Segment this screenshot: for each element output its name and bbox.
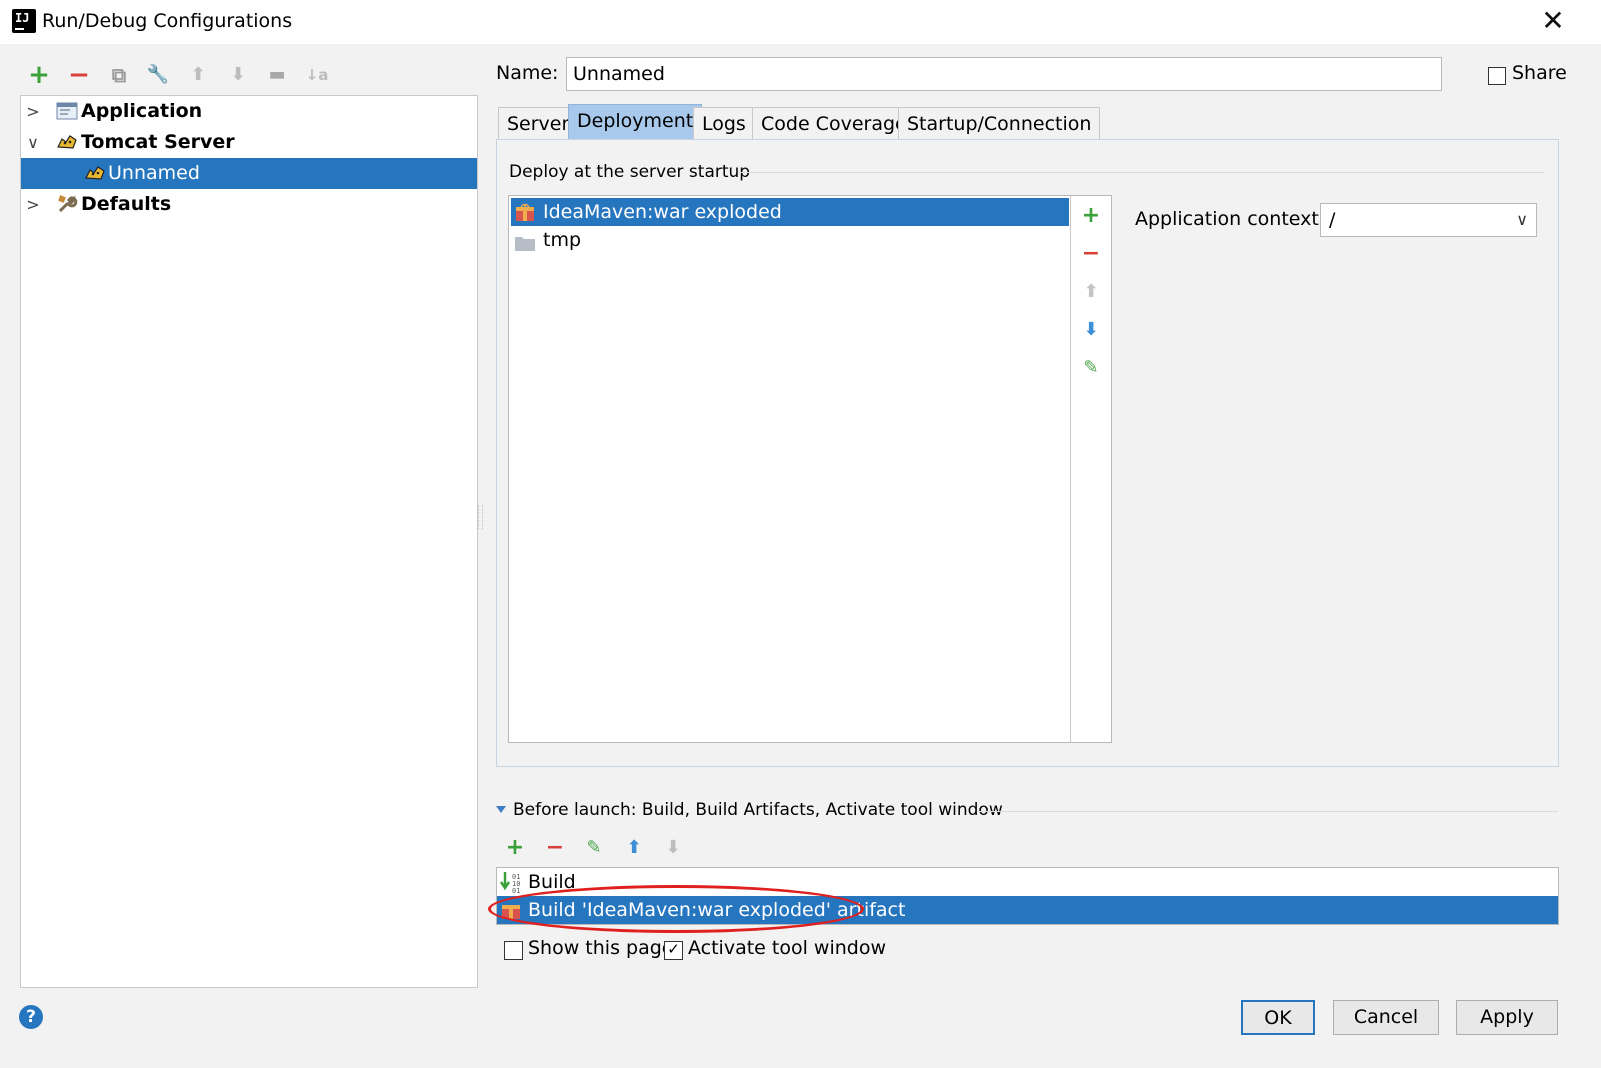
help-button[interactable]: ? xyxy=(19,1005,43,1029)
splitter-handle[interactable] xyxy=(478,505,483,529)
move-down-artifact-button[interactable]: ⬇ xyxy=(1078,317,1104,343)
artifact-icon xyxy=(515,202,535,222)
tree-item-label: Unnamed xyxy=(108,162,200,184)
deploy-section-title: Deploy at the server startup xyxy=(509,162,751,182)
sort-button[interactable]: ↓a xyxy=(304,62,330,88)
artifact-icon xyxy=(501,900,521,920)
chevron-down-icon[interactable]: ∨ xyxy=(1516,204,1528,236)
chevron-right-icon[interactable]: > xyxy=(23,189,43,220)
name-input[interactable] xyxy=(566,57,1442,91)
configuration-tree[interactable]: > Application ∨ Tomcat Server Unnamed > … xyxy=(20,95,478,988)
edit-artifact-button[interactable]: ✎ xyxy=(1078,355,1104,381)
chevron-down-icon[interactable]: ∨ xyxy=(23,127,43,158)
tab-logs[interactable]: Logs xyxy=(693,107,755,139)
activate-tool-window-label[interactable]: Activate tool window xyxy=(688,937,886,959)
tree-item-unnamed[interactable]: Unnamed xyxy=(21,158,477,189)
build-icon: 01 10 01 xyxy=(499,870,524,895)
tomcat-icon xyxy=(84,162,106,184)
artifact-list[interactable]: IdeaMaven:war exploded tmp xyxy=(508,195,1112,743)
folder-button[interactable]: ▬ xyxy=(264,62,290,88)
chevron-right-icon[interactable]: > xyxy=(23,96,43,127)
tree-item-application[interactable]: > Application xyxy=(21,96,477,127)
before-launch-list[interactable]: 01 10 01 Build Build 'IdeaMaven:war explod… xyxy=(496,867,1559,925)
show-this-page-label[interactable]: Show this page xyxy=(528,937,673,959)
tab-code-coverage[interactable]: Code Coverage xyxy=(752,107,916,139)
remove-configuration-button[interactable]: − xyxy=(66,62,92,88)
move-up-artifact-button[interactable]: ⬆ xyxy=(1078,279,1104,305)
context-value: / xyxy=(1329,209,1336,231)
move-up-button[interactable]: ⬆ xyxy=(185,62,211,88)
share-label[interactable]: Share xyxy=(1512,62,1567,84)
task-item-build[interactable]: 01 10 01 Build xyxy=(497,868,1558,896)
artifact-item-tmp[interactable]: tmp xyxy=(511,226,1069,254)
tree-item-label: Tomcat Server xyxy=(81,131,235,153)
remove-artifact-button[interactable]: − xyxy=(1078,241,1104,267)
tab-startup-connection[interactable]: Startup/Connection xyxy=(898,107,1101,139)
before-launch-title: Before launch: Build, Build Artifacts, A… xyxy=(513,800,1003,820)
task-label: Build 'IdeaMaven:war exploded' artifact xyxy=(528,899,906,921)
task-label: Build xyxy=(528,871,576,893)
window-title: Run/Debug Configurations xyxy=(42,10,293,32)
application-icon xyxy=(56,100,78,122)
artifact-label: IdeaMaven:war exploded xyxy=(543,201,782,223)
artifact-item-ideamaven[interactable]: IdeaMaven:war exploded xyxy=(511,198,1069,226)
tree-item-tomcat-server[interactable]: ∨ Tomcat Server xyxy=(21,127,477,158)
copy-configuration-button[interactable]: ⧉ xyxy=(106,62,132,88)
add-configuration-button[interactable]: + xyxy=(26,62,52,88)
svg-text:01: 01 xyxy=(512,887,520,894)
remove-task-button[interactable]: − xyxy=(542,835,568,861)
edit-task-button[interactable]: ✎ xyxy=(581,835,607,861)
wrench-icon xyxy=(56,193,78,215)
application-context-label: Application context: xyxy=(1135,208,1326,230)
show-this-page-checkbox[interactable] xyxy=(504,941,523,960)
tomcat-icon xyxy=(56,131,78,153)
apply-button[interactable]: Apply xyxy=(1456,1000,1558,1035)
activate-tool-window-checkbox[interactable]: ✓ xyxy=(664,941,683,960)
tree-item-defaults[interactable]: > Defaults xyxy=(21,189,477,220)
tab-deployment[interactable]: Deployment xyxy=(568,104,703,139)
add-artifact-button[interactable]: + xyxy=(1078,203,1104,229)
intellij-logo-icon: IJ xyxy=(10,7,38,35)
share-checkbox[interactable] xyxy=(1488,67,1506,85)
name-label: Name: xyxy=(496,62,559,84)
add-task-button[interactable]: + xyxy=(502,835,528,861)
tab-server[interactable]: Server xyxy=(498,107,579,139)
application-context-select[interactable]: / ∨ xyxy=(1320,203,1537,237)
section-divider xyxy=(978,811,1558,812)
move-down-button[interactable]: ⬇ xyxy=(225,62,251,88)
section-divider xyxy=(738,172,1544,173)
close-button[interactable]: ✕ xyxy=(1535,4,1571,40)
move-up-task-button[interactable]: ⬆ xyxy=(621,835,647,861)
collapse-triangle-icon[interactable] xyxy=(496,806,506,813)
move-down-task-button[interactable]: ⬇ xyxy=(660,835,686,861)
folder-icon xyxy=(515,231,535,251)
cancel-button[interactable]: Cancel xyxy=(1333,1000,1439,1035)
ok-button[interactable]: OK xyxy=(1241,1000,1315,1035)
artifact-label: tmp xyxy=(543,229,582,251)
task-item-build-artifact[interactable]: Build 'IdeaMaven:war exploded' artifact xyxy=(497,896,1558,924)
tree-item-label: Application xyxy=(81,100,203,122)
tree-item-label: Defaults xyxy=(81,193,172,215)
edit-defaults-button[interactable]: 🔧 xyxy=(145,62,171,88)
